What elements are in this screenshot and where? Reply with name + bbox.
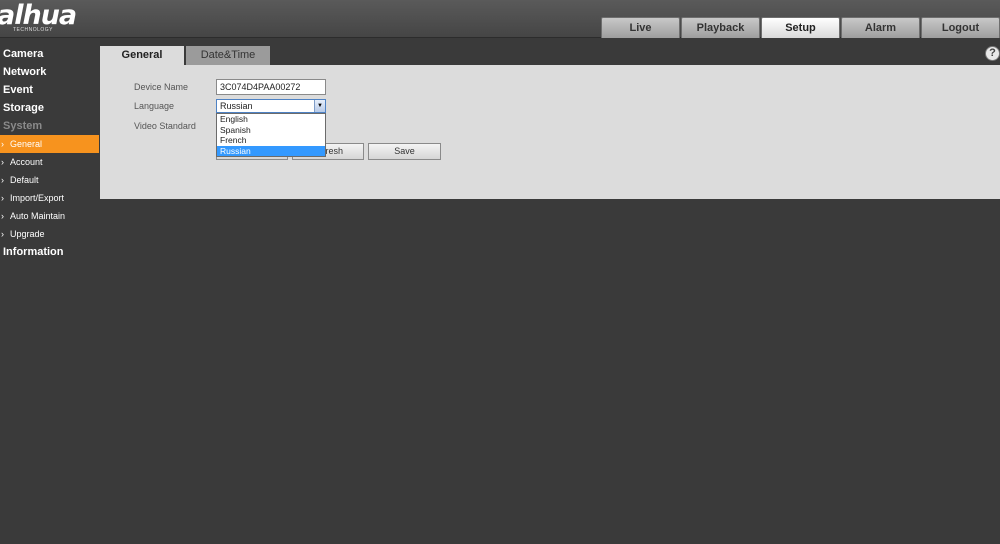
sidebar-subitem-upgrade[interactable]: › Upgrade [0,225,99,243]
brand-logo: alhua TECHNOLOGY [0,0,77,34]
nav-alarm-button[interactable]: Alarm [841,17,920,38]
language-select[interactable]: Russian ▼ [216,99,326,113]
tab-general[interactable]: General [100,46,184,65]
sidebar-item-storage[interactable]: Storage [0,99,99,117]
chevron-right-icon: › [1,175,4,185]
language-option-english[interactable]: English [217,114,325,125]
sidebar-item-network[interactable]: Network [0,63,99,81]
device-name-label: Device Name [134,82,189,92]
sidebar-subitem-default[interactable]: › Default [0,171,99,189]
sidebar-item-camera[interactable]: Camera [0,45,99,63]
chevron-right-icon: › [1,229,4,239]
language-dropdown-list: English Spanish French Russian [216,113,326,157]
main-nav: Live Playback Setup Alarm Logout [601,17,1000,38]
language-option-french[interactable]: French [217,135,325,146]
sidebar: Camera Network Event Storage System › Ge… [0,45,99,261]
language-label: Language [134,101,175,111]
language-option-spanish[interactable]: Spanish [217,125,325,136]
chevron-right-icon: › [1,193,4,203]
general-settings-panel: Device Name 3C074D4PAA00272 Language Rus… [100,65,1000,199]
chevron-right-icon: › [1,139,4,149]
sidebar-subitem-label: Account [10,157,43,167]
sidebar-subitem-import-export[interactable]: › Import/Export [0,189,99,207]
chevron-right-icon: › [1,157,4,167]
sidebar-item-information[interactable]: Information [0,243,99,261]
sidebar-item-system[interactable]: System [0,117,99,135]
sidebar-subitem-general[interactable]: › General [0,135,99,153]
sidebar-subitem-account[interactable]: › Account [0,153,99,171]
top-bar: alhua TECHNOLOGY Live Playback Setup Ala… [0,0,1000,38]
device-name-input[interactable]: 3C074D4PAA00272 [216,79,326,95]
chevron-down-icon[interactable]: ▼ [314,100,325,112]
chevron-right-icon: › [1,211,4,221]
nav-logout-button[interactable]: Logout [921,17,1000,38]
save-button[interactable]: Save [368,143,441,160]
sidebar-item-event[interactable]: Event [0,81,99,99]
sidebar-subitem-label: General [10,139,43,149]
sidebar-subitem-label: Default [10,175,39,185]
sidebar-subitem-label: Auto Maintain [10,211,66,221]
settings-tabs: General Date&Time [100,46,272,65]
language-option-russian[interactable]: Russian [217,145,325,156]
sidebar-subitem-label: Upgrade [10,229,45,239]
nav-setup-button[interactable]: Setup [761,17,840,38]
tab-datetime[interactable]: Date&Time [186,46,270,65]
logo-text: alhua [0,0,77,31]
help-icon[interactable]: ? [985,46,1000,61]
sidebar-subitem-auto-maintain[interactable]: › Auto Maintain [0,207,99,225]
sidebar-subitem-label: Import/Export [10,193,65,203]
nav-playback-button[interactable]: Playback [681,17,760,38]
nav-live-button[interactable]: Live [601,17,680,38]
video-standard-label: Video Standard [134,121,196,131]
language-select-value: Russian [220,101,253,111]
